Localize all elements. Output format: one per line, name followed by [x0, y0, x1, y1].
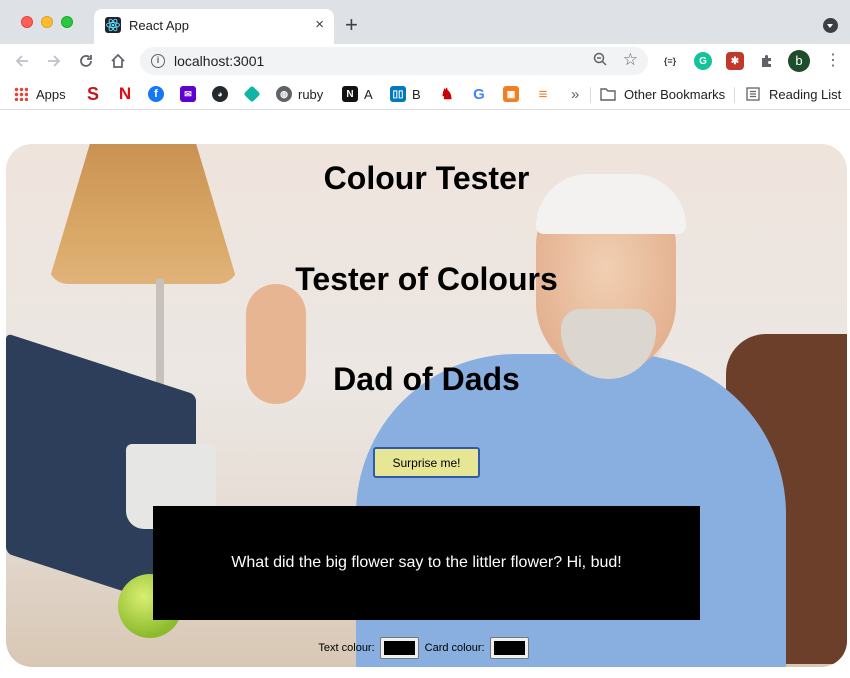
- text-colour-label: Text colour:: [318, 642, 375, 654]
- bookmark-boxes[interactable]: ▦: [503, 84, 525, 104]
- facebook-icon: f: [148, 86, 164, 102]
- minimize-window-button[interactable]: [41, 16, 53, 28]
- stackoverflow-icon: ≡: [538, 85, 548, 103]
- github-icon: ◕: [212, 86, 228, 102]
- text-colour-picker[interactable]: [379, 637, 419, 659]
- netflix-icon: N: [118, 84, 132, 103]
- reading-list-icon: [745, 86, 761, 102]
- bookmark-ruby[interactable]: ◍ ruby: [276, 84, 323, 104]
- bookmark-apps[interactable]: Apps: [14, 84, 66, 104]
- profile-avatar[interactable]: b: [788, 50, 810, 72]
- google-icon: G: [473, 85, 485, 103]
- bookmarks-divider: [590, 87, 591, 103]
- bookmark-label: Other Bookmarks: [624, 86, 726, 102]
- hero-background-image: Colour Tester Tester of Colours Dad of D…: [6, 144, 847, 667]
- bookmark-rails[interactable]: ♞: [439, 84, 461, 104]
- card-colour-picker[interactable]: [489, 637, 529, 659]
- zoom-out-icon[interactable]: [593, 52, 608, 71]
- tab-search-icon[interactable]: [823, 18, 838, 33]
- reload-icon[interactable]: [75, 50, 97, 72]
- tab-react-app[interactable]: React App ×: [94, 9, 334, 44]
- bookmarks-divider: [734, 87, 735, 103]
- red-extension-icon[interactable]: ✱: [726, 52, 744, 70]
- page-tagline: Dad of Dads: [333, 361, 520, 397]
- notion-icon: N: [342, 86, 358, 102]
- bookmark-label: Apps: [36, 86, 66, 102]
- title-bar: React App × +: [0, 0, 850, 44]
- trello-icon: ▯▯: [390, 86, 406, 102]
- tab-title: React App: [129, 18, 189, 33]
- bookmark-label: ruby: [298, 86, 324, 102]
- mail-icon: ✉: [180, 86, 196, 102]
- colour-controls: Text colour: Card colour:: [6, 636, 847, 660]
- boxes-icon: ▦: [503, 86, 519, 102]
- browser-menu-icon[interactable]: ⋮: [825, 52, 841, 70]
- rails-icon: ♞: [440, 86, 454, 103]
- s-logo-icon: S: [86, 83, 99, 104]
- bookmark-other-bookmarks[interactable]: Other Bookmarks: [600, 84, 725, 104]
- new-tab-button[interactable]: +: [345, 14, 358, 36]
- bookmark-a[interactable]: N A: [342, 84, 373, 104]
- card-colour-label: Card colour:: [424, 642, 485, 654]
- page-subtitle: Tester of Colours: [295, 261, 558, 297]
- forward-arrow-icon[interactable]: [43, 50, 65, 72]
- folder-icon: [600, 86, 616, 102]
- maximize-window-button[interactable]: [61, 16, 73, 28]
- bookmark-mail[interactable]: ✉: [180, 84, 202, 104]
- bookmark-netflix[interactable]: N: [117, 84, 139, 104]
- close-tab-icon[interactable]: ×: [315, 16, 324, 34]
- card-colour-swatch: [493, 641, 525, 655]
- url-text[interactable]: localhost:3001: [174, 53, 264, 69]
- bookmark-stackoverflow[interactable]: ≡: [535, 84, 557, 104]
- react-icon: [105, 17, 121, 33]
- diamond-icon: [243, 85, 261, 103]
- browser-toolbar: i localhost:3001 ☆ {≡} G ✱ b ⋮: [0, 44, 850, 78]
- bookmark-google[interactable]: G: [471, 84, 493, 104]
- bookmark-label: A: [364, 86, 373, 102]
- bookmark-facebook[interactable]: f: [148, 84, 170, 104]
- bookmark-github[interactable]: ◕: [212, 84, 234, 104]
- bookmarks-overflow-icon[interactable]: »: [571, 84, 579, 104]
- bookmark-diamond[interactable]: [243, 84, 266, 104]
- address-bar[interactable]: i localhost:3001 ☆: [140, 47, 648, 75]
- bookmarks-bar: Apps S N f ✉ ◕ ◍ ruby N A ▯▯ B ♞ G ▦ ≡ »: [0, 78, 850, 110]
- surprise-me-button[interactable]: Surprise me!: [373, 447, 480, 478]
- globe-icon: ◍: [276, 86, 292, 102]
- back-arrow-icon[interactable]: [11, 50, 33, 72]
- bookmark-b[interactable]: ▯▯ B: [390, 84, 421, 104]
- bookmark-star-icon[interactable]: ☆: [623, 50, 638, 70]
- bookmark-s[interactable]: S: [85, 84, 107, 104]
- extensions-puzzle-icon[interactable]: [758, 52, 776, 70]
- joke-card: What did the big flower say to the littl…: [153, 506, 700, 620]
- text-colour-swatch: [383, 641, 415, 655]
- bookmark-reading-list[interactable]: Reading List: [745, 84, 841, 104]
- joke-text: What did the big flower say to the littl…: [231, 554, 622, 571]
- site-info-icon[interactable]: i: [151, 54, 165, 68]
- close-window-button[interactable]: [21, 16, 33, 28]
- bookmark-label: Reading List: [769, 86, 842, 102]
- grammarly-extension-icon[interactable]: G: [694, 52, 712, 70]
- json-viewer-extension-icon[interactable]: {≡}: [661, 52, 679, 70]
- bookmark-label: B: [412, 86, 421, 102]
- page-title: Colour Tester: [323, 160, 530, 196]
- apps-grid-icon: [14, 87, 28, 101]
- home-icon[interactable]: [107, 50, 129, 72]
